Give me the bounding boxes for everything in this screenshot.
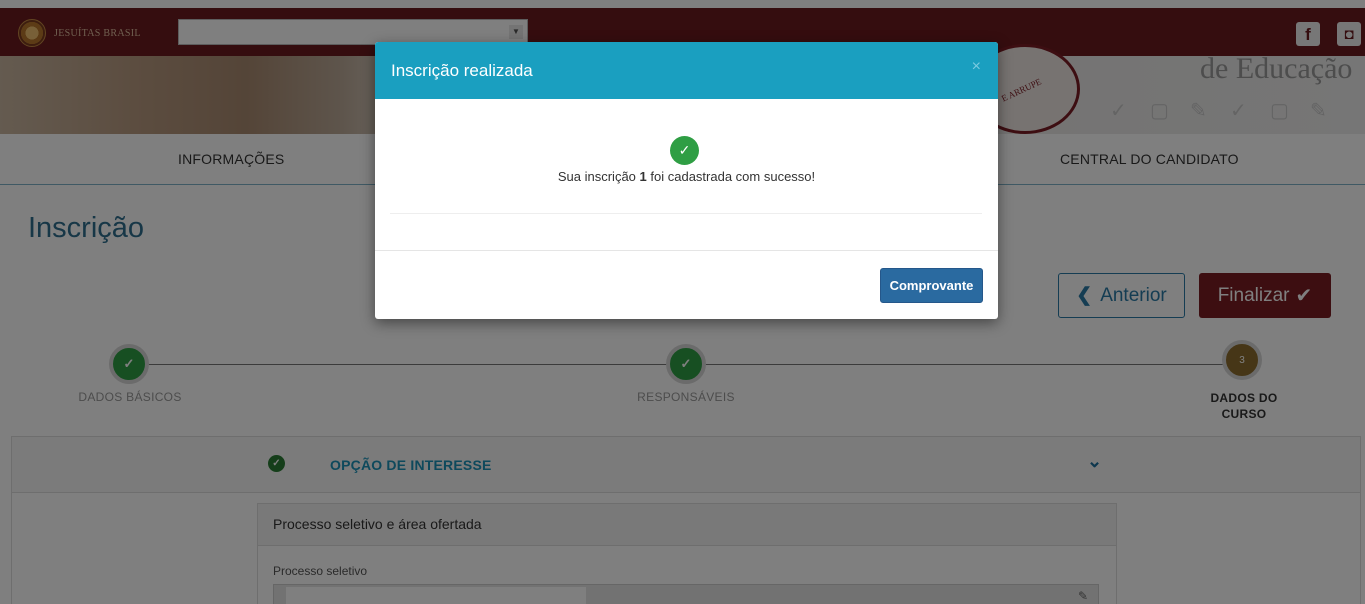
receipt-button[interactable]: Comprovante xyxy=(880,268,983,303)
success-message: Sua inscrição 1 foi cadastrada com suces… xyxy=(375,169,998,184)
modal-title: Inscrição realizada xyxy=(391,61,533,80)
registration-number: 1 xyxy=(639,169,647,184)
modal-divider xyxy=(390,213,982,214)
message-suffix: foi cadastrada com sucesso! xyxy=(650,169,816,184)
message-prefix: Sua inscrição xyxy=(557,169,636,184)
close-icon[interactable]: × xyxy=(972,58,981,76)
modal-footer: Comprovante xyxy=(375,250,998,319)
success-check-icon: ✓ xyxy=(670,136,699,165)
success-modal: Inscrição realizada × ✓ Sua inscrição 1 … xyxy=(375,42,998,319)
modal-header: Inscrição realizada × xyxy=(375,42,998,99)
